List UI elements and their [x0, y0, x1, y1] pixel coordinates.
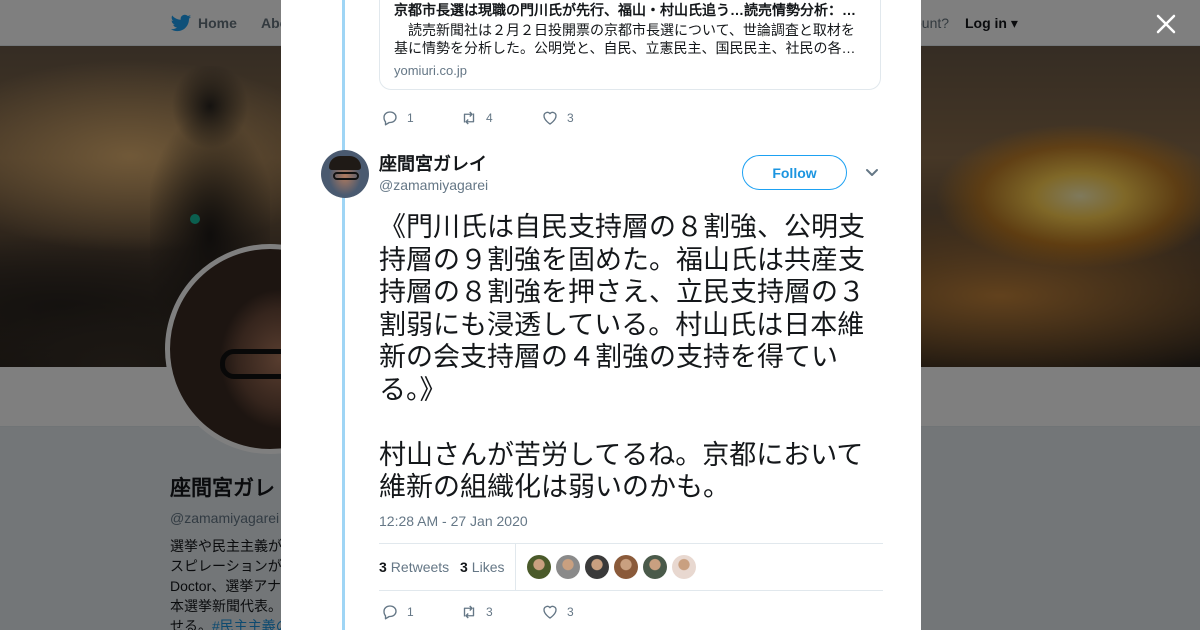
close-modal-button[interactable] [1152, 10, 1180, 38]
liker-avatar[interactable] [556, 555, 580, 579]
thread-connector-line [342, 0, 345, 142]
retweet-button[interactable]: 4 [460, 109, 541, 127]
heart-icon [543, 111, 557, 125]
avatar-glasses [333, 172, 359, 180]
stats-divider [515, 544, 516, 590]
card-description: 読売新聞社は２月２日投開票の京都市長選について、世論調査と取材を基に情勢を分析し… [394, 22, 856, 56]
card-domain: yomiuri.co.jp [394, 63, 467, 78]
author-avatar[interactable] [321, 150, 369, 198]
card-title: 京都市長選は現職の門川氏が先行、福山・村山氏追う…読売情勢分析：… [394, 2, 856, 18]
retweets-stat-count: 3 [379, 559, 387, 575]
author-name[interactable]: 座間宮ガレイ [379, 150, 487, 176]
follow-button[interactable]: Follow [742, 155, 847, 190]
likes-stat-label: Likes [471, 559, 505, 575]
tweet-stats: 3 Retweets 3 Likes [379, 543, 883, 591]
previous-tweet-actions: 1 4 3 [381, 108, 574, 128]
liker-avatars [527, 555, 696, 579]
reply-count: 1 [407, 605, 414, 619]
retweet-count: 3 [486, 605, 493, 619]
tweet-text: 《門川氏は自民支持層の８割強、公明支持層の９割強を固めた。福山氏は共産支持層の８… [379, 212, 865, 502]
retweet-count: 4 [486, 111, 493, 125]
retweet-icon [463, 605, 475, 619]
like-count: 3 [567, 605, 574, 619]
likes-stat[interactable]: 3 Likes [460, 559, 504, 575]
tweet-permalink-modal: 京都市長選は現職の門川氏が先行、福山・村山氏追う…読売情勢分析：… 読売新聞社は… [281, 0, 921, 630]
reply-icon [383, 605, 397, 620]
close-icon [1156, 14, 1176, 34]
reply-button[interactable]: 1 [381, 109, 460, 127]
avatar-hair [329, 156, 361, 170]
reply-icon [383, 111, 397, 126]
liker-avatar[interactable] [585, 555, 609, 579]
liker-avatar[interactable] [527, 555, 551, 579]
author-handle[interactable]: @zamamiyagarei [379, 177, 488, 193]
liker-avatar[interactable] [643, 555, 667, 579]
reply-button[interactable]: 1 [381, 603, 460, 621]
retweet-button[interactable]: 3 [460, 603, 541, 621]
chevron-down-icon [866, 169, 878, 176]
liker-avatar[interactable] [614, 555, 638, 579]
tweet-timestamp[interactable]: 12:28 AM - 27 Jan 2020 [379, 513, 528, 529]
heart-icon [543, 605, 557, 619]
liker-avatar[interactable] [672, 555, 696, 579]
link-preview-card[interactable]: 京都市長選は現職の門川氏が先行、福山・村山氏追う…読売情勢分析：… 読売新聞社は… [379, 0, 881, 90]
thread-connector-line [342, 142, 345, 630]
likes-stat-count: 3 [460, 559, 468, 575]
retweets-stat-label: Retweets [390, 559, 450, 575]
like-button[interactable]: 3 [541, 603, 574, 621]
reply-count: 1 [407, 111, 414, 125]
like-count: 3 [567, 111, 574, 125]
retweet-icon [463, 111, 475, 125]
like-button[interactable]: 3 [541, 109, 574, 127]
more-options-button[interactable] [864, 164, 880, 180]
tweet-actions: 1 3 3 [381, 602, 574, 622]
retweets-stat[interactable]: 3 Retweets [379, 559, 449, 575]
